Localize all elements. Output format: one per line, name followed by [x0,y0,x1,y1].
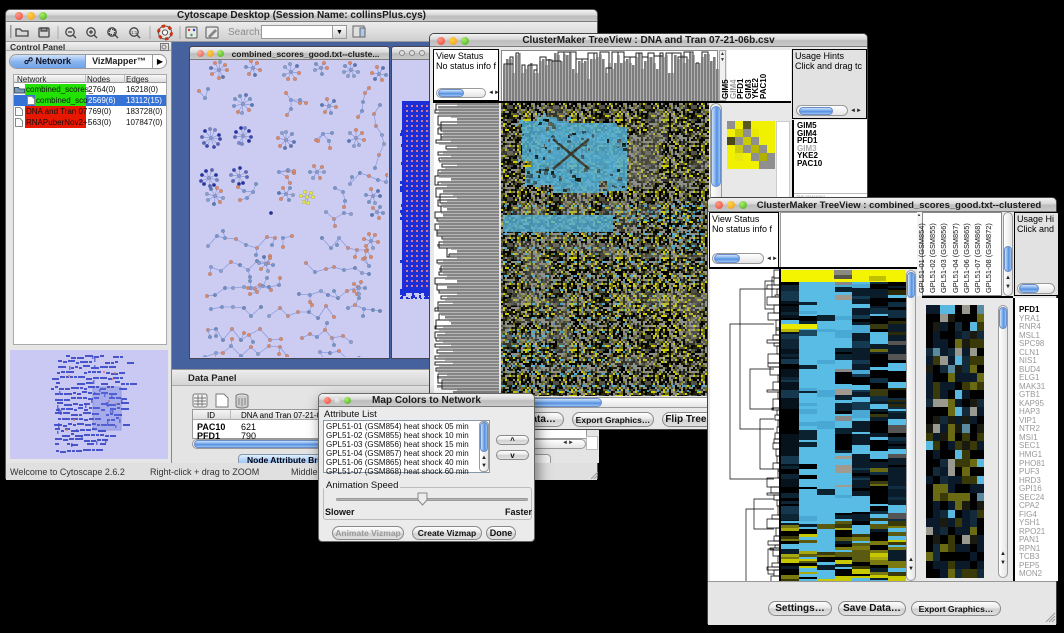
svg-text:1:1: 1:1 [131,30,138,35]
